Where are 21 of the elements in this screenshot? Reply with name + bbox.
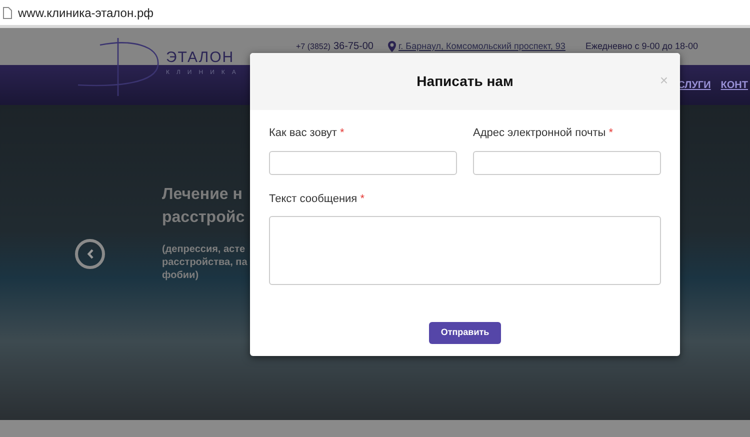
map-pin-icon [388,41,396,52]
hero-title: Лечение н расстройс [162,185,246,228]
page-icon [3,6,12,18]
phone-code: +7 (3852) [296,41,330,53]
hours-text: Ежедневно с 9-00 до 18-00 [585,40,698,53]
url-text[interactable]: www.клиника-эталон.рф [18,4,154,22]
field-label: Адрес электронной почты * [473,126,614,141]
address-text: г. Барнаул, Комсомольский проспект, 93 [398,40,566,53]
dialog-title: Написать нам [416,72,514,91]
field-label: Как вас зовут * [269,126,346,141]
field-label: Текст сообщения * [269,192,366,206]
nav-link[interactable]: КОНТ [720,78,748,92]
chevron-left-icon [86,249,94,259]
previous-slide-button[interactable] [75,239,105,269]
input-field[interactable] [473,150,661,174]
input-field[interactable] [269,150,457,174]
message-field[interactable] [269,216,661,285]
phone-number: 36-75-00 [333,40,374,54]
submit-button[interactable]: Отправить [428,322,502,344]
logo-name: ЭТАЛОН [166,50,236,66]
hero-subtitle: (депрессия, асте расстройства, па фобии) [162,243,248,282]
